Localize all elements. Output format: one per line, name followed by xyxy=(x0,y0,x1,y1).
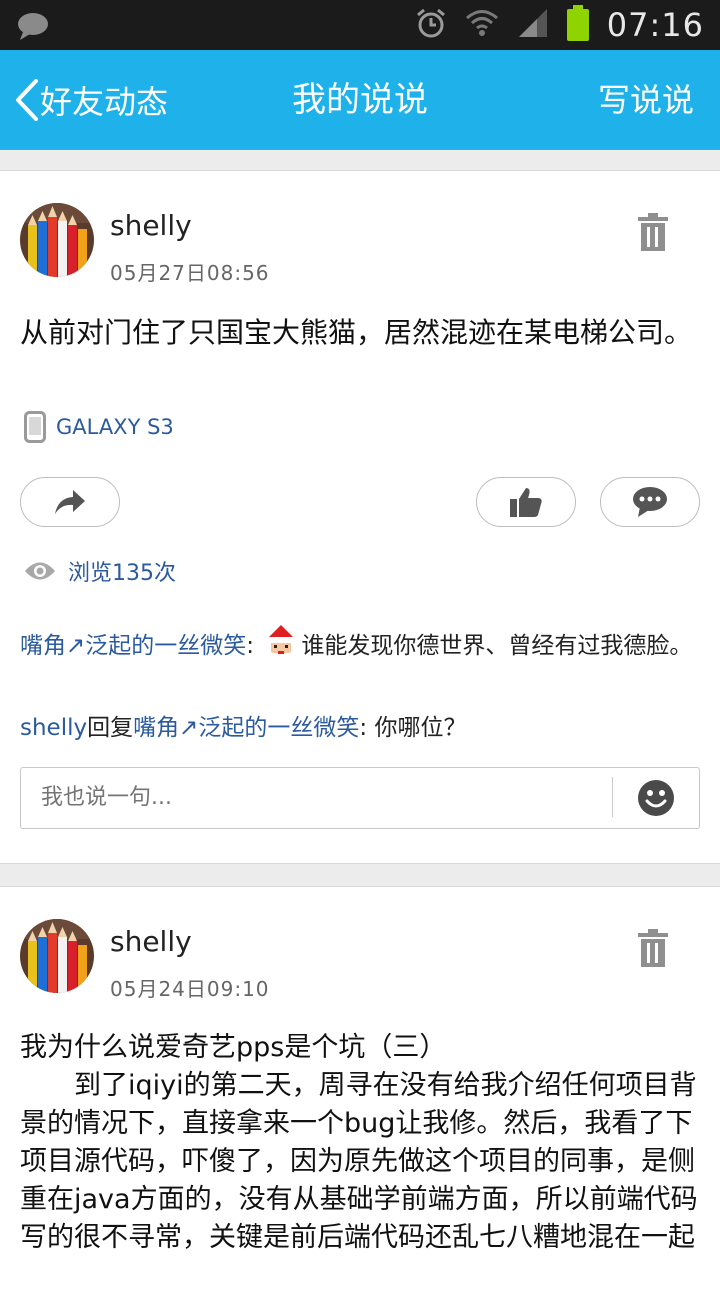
reply-divider xyxy=(612,777,613,817)
reply-input[interactable] xyxy=(21,768,611,826)
emoji-button[interactable] xyxy=(637,779,675,821)
avatar[interactable] xyxy=(20,203,94,277)
wifi-icon xyxy=(465,8,499,42)
post-card: shelly 05月27日08:56 从前对门住了只国宝大熊猫，居然混迹在某电梯… xyxy=(0,170,720,864)
post-author[interactable]: shelly xyxy=(110,925,192,958)
view-count: 浏览135次 xyxy=(24,555,176,587)
comment-text: 谁能发现你德世界、曾经有过我德脸。 xyxy=(301,633,693,659)
comment-author[interactable]: 嘴角↗泛起的一丝微笑 xyxy=(20,633,246,659)
device-name: GALAXY S3 xyxy=(56,415,174,439)
view-count-text: 浏览135次 xyxy=(68,561,176,586)
reply-target[interactable]: 嘴角↗泛起的一丝微笑 xyxy=(133,715,359,741)
status-bar: 07:16 xyxy=(0,0,720,50)
status-time: 07:16 xyxy=(606,6,704,44)
write-post-button[interactable]: 写说说 xyxy=(598,50,694,150)
like-button[interactable] xyxy=(476,477,576,527)
signal-icon xyxy=(517,8,549,42)
smiley-icon xyxy=(638,780,674,816)
message-icon xyxy=(16,11,50,45)
delete-button[interactable] xyxy=(638,213,668,255)
post-content: 我为什么说爱奇艺pps是个坑（三） 到了iqiyi的第二天，周寻在没有给我介绍任… xyxy=(20,1029,700,1257)
chevron-left-icon xyxy=(16,79,38,121)
delete-button[interactable] xyxy=(638,929,668,971)
post-date: 05月27日08:56 xyxy=(110,261,270,285)
share-icon xyxy=(55,490,85,514)
eye-icon xyxy=(25,562,55,580)
battery-icon xyxy=(566,5,589,45)
post-device: GALAXY S3 xyxy=(24,411,174,443)
post-date: 05月24日09:10 xyxy=(110,977,270,1001)
trash-icon xyxy=(638,929,668,967)
comment-icon xyxy=(633,487,667,517)
comment-item: 嘴角↗泛起的一丝微笑: 谁能发现你德世界、曾经有过我德脸。 xyxy=(20,623,700,667)
reply-box xyxy=(20,767,700,829)
top-nav-bar: 好友动态 我的说说 写说说 xyxy=(0,50,720,150)
post-content: 从前对门住了只国宝大熊猫，居然混迹在某电梯公司。 xyxy=(20,316,693,349)
phone-icon xyxy=(24,411,46,443)
comment-item: shelly回复嘴角↗泛起的一丝微笑: 你哪位？ xyxy=(20,707,700,749)
comment-author[interactable]: shelly xyxy=(20,715,87,741)
reply-word: 回复 xyxy=(87,715,134,741)
thumbs-up-icon xyxy=(510,488,542,517)
comment-separator: : xyxy=(359,715,368,741)
post-content-body: 到了iqiyi的第二天，周寻在没有给我介绍任何项目背景的情况下，直接拿来一个bu… xyxy=(20,1070,698,1253)
avatar[interactable] xyxy=(20,919,94,993)
post-card: shelly 05月24日09:10 我为什么说爱奇艺pps是个坑（三） 到了i… xyxy=(0,886,720,1307)
santa-emoji xyxy=(266,625,300,659)
comment-button[interactable] xyxy=(600,477,700,527)
back-button[interactable]: 好友动态 xyxy=(14,78,168,122)
back-label: 好友动态 xyxy=(40,83,169,121)
comment-separator: : xyxy=(246,633,255,659)
post-content-title: 我为什么说爱奇艺pps是个坑（三） xyxy=(20,1032,447,1063)
alarm-icon xyxy=(415,7,447,43)
post-author[interactable]: shelly xyxy=(110,209,192,242)
comment-text: 你哪位？ xyxy=(367,715,467,741)
status-icons: 07:16 xyxy=(415,0,704,50)
share-button[interactable] xyxy=(20,477,120,527)
trash-icon xyxy=(638,213,668,251)
